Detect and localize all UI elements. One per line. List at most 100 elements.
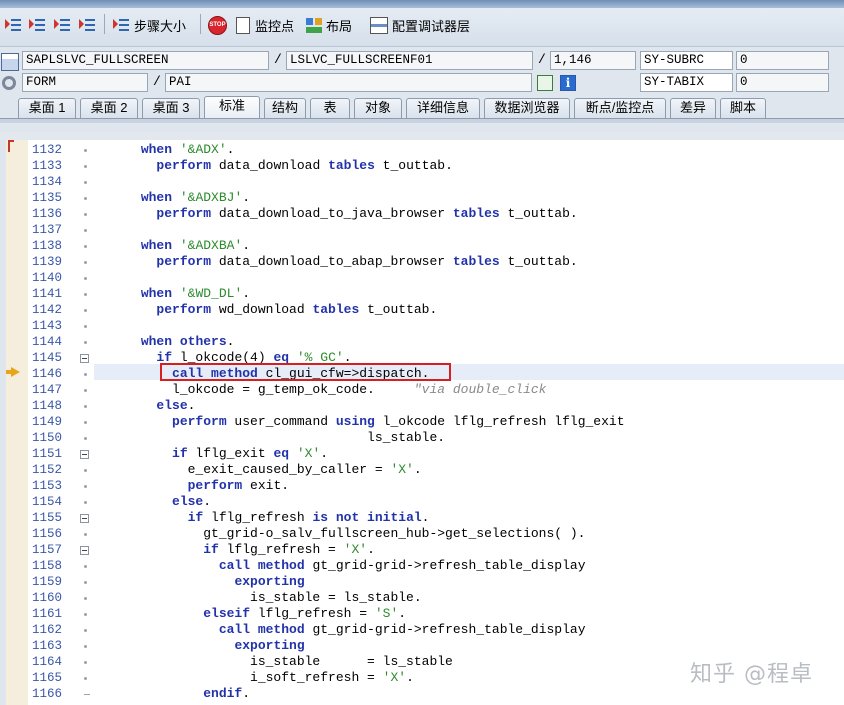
- code-line[interactable]: 1137: [6, 222, 844, 238]
- tab-desktop-2[interactable]: 桌面 2: [80, 98, 138, 118]
- line-number: 1137: [32, 223, 63, 237]
- code-line[interactable]: 1151 if lflg_exit eq 'X'.: [6, 446, 844, 462]
- sy-tabix-label-field[interactable]: SY-TABIX: [640, 73, 733, 92]
- tab-desktop-3[interactable]: 桌面 3: [142, 98, 200, 118]
- stop-button[interactable]: STOP: [208, 14, 233, 36]
- program-field[interactable]: SAPLSLVC_FULLSCREEN: [22, 51, 269, 70]
- navigate-source-icon[interactable]: [537, 75, 553, 91]
- code-line[interactable]: 1163 exporting: [6, 638, 844, 654]
- outdent-lines-button[interactable]: [4, 14, 26, 36]
- fold-dot-icon: [84, 565, 87, 568]
- code-line[interactable]: 1144 when others.: [6, 334, 844, 350]
- sort-lines-icon: [78, 17, 96, 33]
- configure-debugger-layer-button[interactable]: 配置调试器层: [370, 14, 470, 36]
- code-line[interactable]: 1141 when '&WD_DL'.: [6, 286, 844, 302]
- code-line[interactable]: 1155 if lflg_refresh is not initial.: [6, 510, 844, 526]
- code-line[interactable]: 1136 perform data_download_to_java_brows…: [6, 206, 844, 222]
- line-number: 1152: [32, 463, 63, 477]
- sy-subrc-label-field[interactable]: SY-SUBRC: [640, 51, 733, 70]
- fold-dot-icon: [84, 309, 87, 312]
- code-line[interactable]: 1157 if lflg_refresh = 'X'.: [6, 542, 844, 558]
- code-text: i_soft_refresh = 'X'.: [94, 670, 414, 685]
- sy-tabix-value-field[interactable]: 0: [736, 73, 829, 92]
- code-line[interactable]: 1135 when '&ADXBJ'.: [6, 190, 844, 206]
- program-icon: [1, 53, 19, 71]
- fold-dot-icon: [84, 613, 87, 616]
- watchpoint-button[interactable]: 监控点: [236, 14, 294, 36]
- line-number: 1150: [32, 431, 63, 445]
- code-line[interactable]: 1148 else.: [6, 398, 844, 414]
- code-line[interactable]: 1147 l_okcode = g_temp_ok_code. "via dou…: [6, 382, 844, 398]
- configure-debugger-layer-icon: [370, 16, 388, 34]
- tab-table[interactable]: 表: [310, 98, 350, 118]
- info-icon[interactable]: i: [560, 75, 576, 91]
- tab-details[interactable]: 详细信息: [406, 98, 480, 118]
- code-line[interactable]: 1150 ls_stable.: [6, 430, 844, 446]
- sy-subrc-value-field[interactable]: 0: [736, 51, 829, 70]
- fold-dot-icon: [84, 261, 87, 264]
- code-line[interactable]: 1133 perform data_download tables t_outt…: [6, 158, 844, 174]
- fold-toggle-icon[interactable]: [80, 546, 89, 555]
- stop-icon: STOP: [208, 15, 227, 35]
- tab-diff[interactable]: 差异: [670, 98, 716, 118]
- tab-objects[interactable]: 对象: [354, 98, 402, 118]
- code-text: ls_stable.: [94, 430, 446, 445]
- event-type-field[interactable]: FORM: [22, 73, 148, 92]
- code-text: gt_grid-o_salv_fullscreen_hub->get_selec…: [94, 526, 586, 541]
- tab-breakpoints-watchpoints[interactable]: 断点/监控点: [574, 98, 666, 118]
- debugger-toolbar: 步骤大小 STOP 监控点 布局 配置调试器层: [0, 0, 844, 47]
- source-code-editor[interactable]: 1132 when '&ADX'. 1133 perform data_downl…: [6, 140, 844, 705]
- fold-dot-icon: [84, 405, 87, 408]
- code-line[interactable]: 1161 elseif lflg_refresh = 'S'.: [6, 606, 844, 622]
- event-name-field[interactable]: PAI: [165, 73, 532, 92]
- tab-data-explorer[interactable]: 数据浏览器: [484, 98, 570, 118]
- code-text: exporting: [234, 638, 305, 653]
- fold-dot-icon: [84, 373, 87, 376]
- fold-dot-icon: [84, 293, 87, 296]
- layout-button[interactable]: 布局: [306, 14, 352, 36]
- line-number: 1147: [32, 383, 63, 397]
- sort-lines-button[interactable]: [78, 14, 100, 36]
- fold-dot-icon: [84, 181, 87, 184]
- layout-label: 布局: [326, 18, 353, 34]
- code-line[interactable]: 1132 when '&ADX'.: [6, 142, 844, 158]
- code-line[interactable]: 1159 exporting: [6, 574, 844, 590]
- code-line[interactable]: 1142 perform wd_download tables t_outtab…: [6, 302, 844, 318]
- line-number: 1165: [32, 671, 63, 685]
- step-size-button[interactable]: 步骤大小: [112, 14, 186, 36]
- code-line[interactable]: 1140: [6, 270, 844, 286]
- code-line[interactable]: 1162 call method gt_grid-grid->refresh_t…: [6, 622, 844, 638]
- code-line[interactable]: 1160 is_stable = ls_stable.: [6, 590, 844, 606]
- tab-desktop-1[interactable]: 桌面 1: [18, 98, 76, 118]
- code-line[interactable]: 1152 e_exit_caused_by_caller = 'X'.: [6, 462, 844, 478]
- code-line[interactable]: 1143: [6, 318, 844, 334]
- indent-lines-button[interactable]: [28, 14, 50, 36]
- code-line[interactable]: 1139 perform data_download_to_abap_brows…: [6, 254, 844, 270]
- code-text: exporting: [234, 574, 305, 589]
- fold-toggle-icon[interactable]: [80, 354, 89, 363]
- code-line[interactable]: 1158 call method gt_grid-grid->refresh_t…: [6, 558, 844, 574]
- code-line[interactable]: 1156 gt_grid-o_salv_fullscreen_hub->get_…: [6, 526, 844, 542]
- line-number-field[interactable]: 1,146: [550, 51, 636, 70]
- code-text: if lflg_exit eq 'X'.: [172, 446, 329, 461]
- include-field[interactable]: LSLVC_FULLSCREENF01: [286, 51, 533, 70]
- fold-toggle-icon[interactable]: [80, 450, 89, 459]
- tab-structure[interactable]: 结构: [264, 98, 306, 118]
- code-line[interactable]: 1134: [6, 174, 844, 190]
- code-text: perform exit.: [187, 478, 290, 493]
- shift-lines-button[interactable]: [53, 14, 75, 36]
- fold-dot-icon: [84, 325, 87, 328]
- code-line[interactable]: 1138 when '&ADXBA'.: [6, 238, 844, 254]
- line-number: 1144: [32, 335, 63, 349]
- line-number: 1146: [32, 367, 63, 381]
- fold-dot-icon: [84, 245, 87, 248]
- code-line[interactable]: 1153 perform exit.: [6, 478, 844, 494]
- code-line[interactable]: 1166 endif.: [6, 686, 844, 702]
- code-text: when '&ADX'.: [140, 142, 235, 157]
- code-line[interactable]: 1149 perform user_command using l_okcode…: [6, 414, 844, 430]
- tab-standard[interactable]: 标准: [204, 96, 260, 118]
- fold-toggle-icon[interactable]: [80, 514, 89, 523]
- tab-script[interactable]: 脚本: [720, 98, 766, 118]
- code-text: when others.: [140, 334, 235, 349]
- code-line[interactable]: 1154 else.: [6, 494, 844, 510]
